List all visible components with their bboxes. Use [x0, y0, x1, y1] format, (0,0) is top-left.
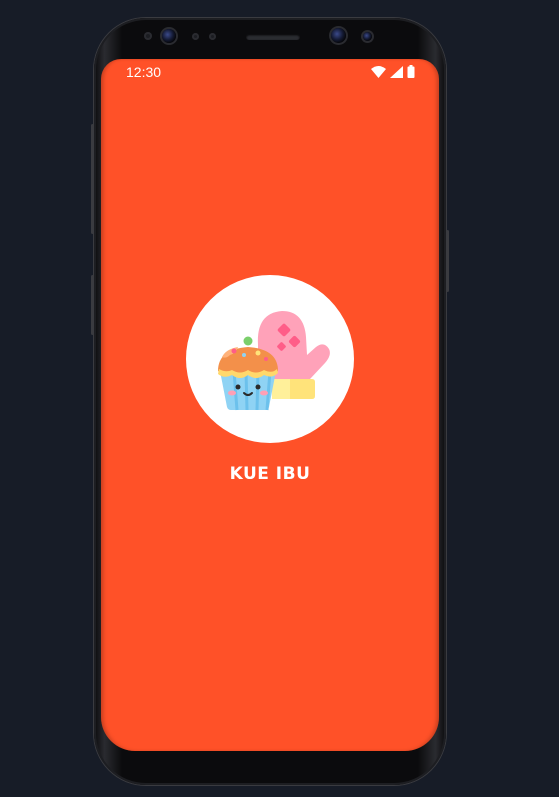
cupcake-and-oven-mitt-logo [218, 311, 330, 411]
app-logo [186, 275, 354, 443]
front-camera-icon [162, 29, 176, 43]
status-bar: 12:30 [101, 59, 439, 85]
earpiece-speaker [246, 34, 300, 40]
proximity-sensor-dot [192, 33, 199, 40]
cellular-signal-icon [390, 65, 403, 78]
iris-led-icon [363, 32, 372, 41]
status-time: 12:30 [126, 64, 162, 80]
mockup-stage: 12:30 KUE IBU [0, 0, 559, 797]
sensor-dot [144, 32, 152, 40]
power-button [446, 230, 449, 292]
wifi-icon [371, 65, 386, 78]
iris-scanner-icon [331, 28, 346, 43]
app-title: KUE IBU [229, 464, 311, 484]
status-icons [371, 65, 415, 78]
light-sensor-dot [209, 33, 216, 40]
battery-icon [407, 65, 415, 78]
app-screen: 12:30 KUE IBU [101, 59, 439, 751]
